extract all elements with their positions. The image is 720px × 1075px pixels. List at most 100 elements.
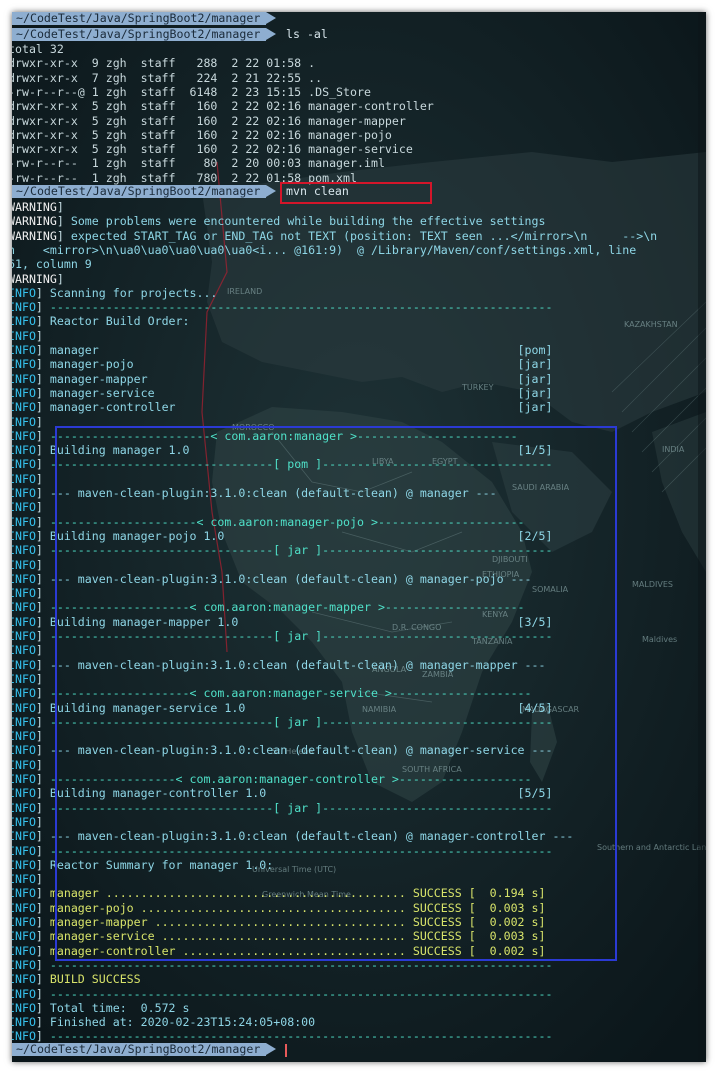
log-message: manager-mapper [jar] [49, 371, 553, 386]
log-message: BUILD SUCCESS [49, 972, 141, 987]
log-level-tag: INFO [12, 428, 36, 443]
log-message: 61, column 9 [12, 257, 92, 272]
log-level-tag: INFO [12, 886, 36, 901]
log-level-tag: INFO [12, 457, 36, 472]
log-level-tag: INFO [12, 328, 36, 343]
maven-output-line: INFO] [12, 329, 50, 343]
log-level-bracket: ] [35, 657, 50, 672]
prompt-path: ~/CodeTest/Java/SpringBoot2/manager [12, 12, 277, 25]
terminal-window: KAZAKHSTAN TURKEY LIBYA EGYPT SAUDI ARAB… [12, 12, 706, 1062]
command-highlight-box [280, 182, 432, 204]
prompt-path: ~/CodeTest/Java/SpringBoot2/manager [12, 28, 277, 41]
log-level-tag: INFO [12, 957, 36, 972]
maven-output-line: INFO] [12, 500, 50, 514]
maven-output-line: INFO] manager-pojo [jar] [12, 357, 552, 371]
ls-output-line: drwxr-xr-x 5 zgh staff 160 2 22 02:16 ma… [12, 99, 434, 114]
log-level-tag: INFO [12, 872, 36, 887]
log-level-tag: INFO [12, 972, 36, 987]
maven-output-line: WARNING] expected START_TAG or END_TAG n… [12, 229, 657, 243]
log-level-bracket: ] [35, 857, 50, 872]
log-level-tag: INFO [12, 786, 36, 801]
log-level-bracket: ] [35, 414, 50, 429]
log-level-bracket: ] [35, 957, 50, 972]
log-level-tag: INFO [12, 843, 36, 858]
maven-output-line: WARNING] [12, 272, 71, 286]
log-level-tag: INFO [12, 729, 36, 744]
maven-output-line: INFO] [12, 672, 50, 686]
log-level-bracket: ] [35, 886, 50, 901]
ls-output-line: -rw-r--r-- 1 zgh staff 80 2 20 00:03 man… [12, 156, 385, 171]
log-level-tag: INFO [12, 772, 36, 786]
log-level-bracket: ] [35, 514, 50, 529]
log-level-bracket: ] [35, 814, 50, 829]
log-level-tag: INFO [12, 700, 36, 715]
log-level-tag: INFO [12, 443, 36, 458]
log-level-bracket: ] [35, 357, 50, 372]
log-level-tag: INFO [12, 343, 36, 357]
log-level-tag: INFO [12, 943, 36, 958]
log-level-bracket: ] [35, 700, 50, 715]
log-level-tag: INFO [12, 614, 36, 629]
log-level-tag: INFO [12, 571, 36, 586]
log-level-bracket: ] [35, 772, 50, 786]
log-level-tag: INFO [12, 915, 36, 929]
maven-output-line: INFO] manager-mapper [jar] [12, 372, 552, 386]
log-message: manager-controller [jar] [49, 400, 553, 415]
log-level-tag: INFO [12, 528, 36, 543]
maven-output-line: INFO] Reactor Build Order: [12, 314, 190, 328]
log-level-tag: INFO [12, 829, 36, 844]
log-message: Some problems were encountered while bui… [70, 214, 546, 229]
log-level-bracket: ] [35, 915, 50, 929]
log-message: Reactor Build Order: [49, 314, 190, 329]
log-level-bracket: ] [35, 600, 50, 615]
maven-output-line: INFO] BUILD SUCCESS [12, 972, 141, 986]
log-level-tag: INFO [12, 743, 36, 758]
terminal-content[interactable]: ~/CodeTest/Java/SpringBoot2/manager ~/Co… [12, 12, 706, 1062]
log-level-tag: INFO [12, 657, 36, 672]
log-level-bracket: ] [35, 1000, 50, 1015]
maven-output-line: INFO] manager [pom] [12, 343, 552, 357]
log-level-tag: INFO [12, 543, 36, 558]
log-level-bracket: ] [35, 400, 50, 415]
maven-output-line: INFO] [12, 643, 50, 657]
log-message: manager-pojo [jar] [49, 357, 553, 372]
log-level-tag: INFO [12, 557, 36, 572]
log-message: ----------------------------------------… [49, 986, 553, 1001]
maven-output-line: INFO] [12, 758, 50, 772]
log-level-tag: INFO [12, 371, 36, 386]
log-level-bracket: ] [35, 571, 50, 586]
log-level-bracket: ] [35, 328, 50, 343]
log-level-tag: INFO [12, 385, 36, 400]
log-level-tag: WARNING [12, 200, 57, 214]
log-level-bracket: ] [35, 314, 50, 329]
log-level-bracket: ] [35, 686, 50, 701]
maven-output-line: INFO] [12, 472, 50, 486]
log-level-tag: INFO [12, 643, 36, 658]
log-level-bracket: ] [35, 557, 50, 572]
log-level-tag: INFO [12, 671, 36, 686]
log-level-tag: INFO [12, 857, 36, 872]
log-level-bracket: ] [35, 385, 50, 400]
log-message: n <mirror>\n\ua0\ua0\ua0\ua0\ua0<i... @1… [12, 242, 637, 257]
log-level-tag: INFO [12, 800, 36, 815]
log-level-tag: WARNING [12, 228, 57, 243]
ls-output-line: total 32 [12, 42, 64, 56]
log-level-bracket: ] [35, 843, 50, 858]
text-cursor [285, 1044, 287, 1057]
log-level-bracket: ] [35, 872, 50, 887]
log-level-tag: INFO [12, 285, 36, 300]
maven-output-line: INFO] [12, 872, 50, 886]
command-text: ls -al [286, 27, 328, 41]
log-level-bracket: ] [35, 486, 50, 500]
log-level-bracket: ] [56, 271, 71, 286]
maven-output-line: INFO] [12, 729, 50, 743]
log-level-bracket: ] [35, 800, 50, 815]
log-message: Finished at: 2020-02-23T15:24:05+08:00 [49, 1015, 316, 1030]
log-level-bracket: ] [35, 343, 50, 357]
log-level-tag: INFO [12, 1000, 36, 1015]
log-level-tag: INFO [12, 300, 36, 315]
log-level-tag: INFO [12, 357, 36, 372]
ls-output-line: drwxr-xr-x 5 zgh staff 160 2 22 02:16 ma… [12, 113, 406, 128]
build-highlight-box [55, 426, 617, 961]
log-level-bracket: ] [35, 1015, 50, 1030]
